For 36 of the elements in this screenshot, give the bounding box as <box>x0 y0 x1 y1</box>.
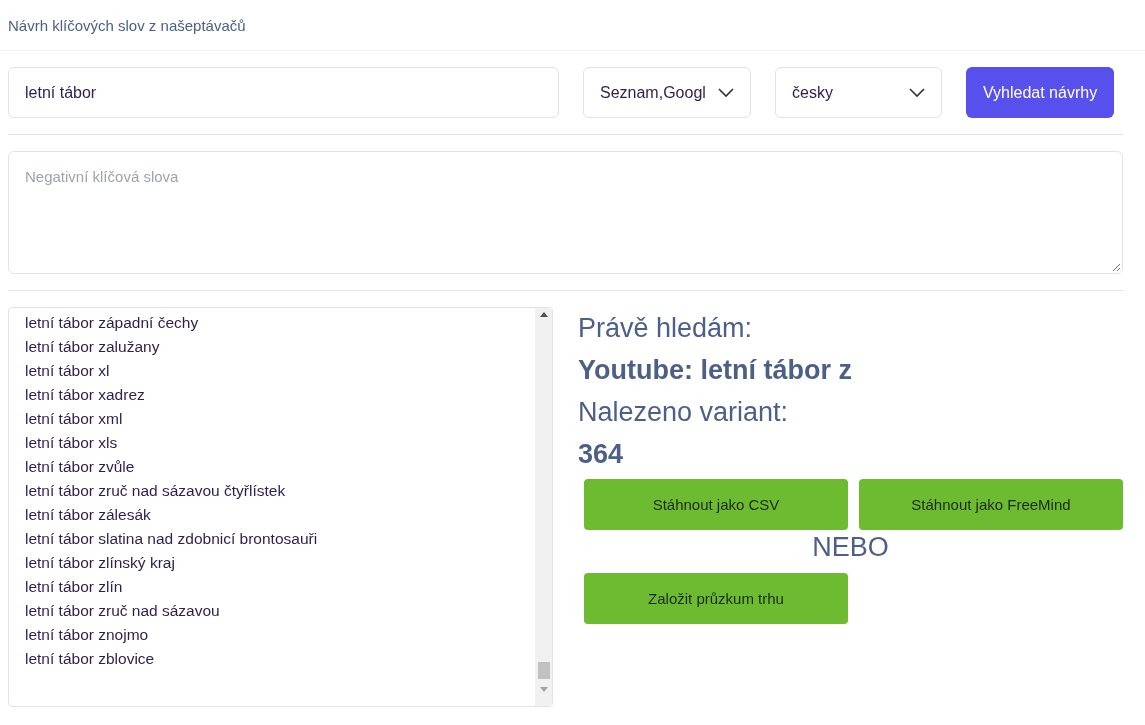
scrollbar[interactable] <box>535 308 552 706</box>
scroll-up-icon <box>539 312 548 317</box>
or-separator: NEBO <box>811 532 890 563</box>
result-line: letní tábor západní čechy <box>25 313 200 333</box>
results-list[interactable] <box>8 307 553 707</box>
result-line: letní tábor zlín <box>25 577 124 597</box>
result-line: letní tábor xls <box>25 433 119 453</box>
survey-button[interactable]: Založit průzkum trhu <box>584 573 848 624</box>
result-line: letní tábor xl <box>25 361 111 381</box>
result-line: letní tábor znojmo <box>25 625 150 645</box>
result-line: letní tábor xadrez <box>25 385 146 405</box>
scroll-down-icon <box>539 687 548 692</box>
result-line: letní tábor zálesák <box>25 505 152 525</box>
result-line: letní tábor zlínský kraj <box>25 553 176 573</box>
result-line: letní tábor zvůle <box>25 457 136 477</box>
searching-label: Právě hledám: <box>578 312 754 345</box>
found-label: Nalezeno variant: <box>578 396 790 429</box>
download-button[interactable]: Stáhnout jako CSV <box>584 479 848 530</box>
scrollbar-thumb[interactable] <box>537 662 550 679</box>
chevron-down-icon <box>718 87 734 98</box>
download-button[interactable]: Stáhnout jako FreeMind <box>859 479 1123 530</box>
result-line: letní tábor zruč nad sázavou <box>25 601 221 621</box>
resize-grip-icon <box>1112 263 1120 271</box>
result-line: letní tábor zalužany <box>25 337 161 357</box>
page-title: Návrh klíčových slov z našeptávačů <box>8 16 246 34</box>
chevron-down-icon <box>909 87 925 98</box>
language-select[interactable]: česky <box>775 67 942 118</box>
result-line: letní tábor zblovice <box>25 649 156 669</box>
searching-query: Youtube: letní tábor z <box>578 354 853 387</box>
keyword-input[interactable]: letní tábor <box>8 67 559 118</box>
result-line: letní tábor xml <box>25 409 124 429</box>
source-select[interactable]: Seznam,Googl <box>583 67 751 118</box>
found-count: 364 <box>578 438 625 471</box>
result-line: letní tábor slatina nad zdobnicí brontosauři <box>25 529 319 549</box>
result-line: letní tábor zruč nad sázavou čtyřlístek <box>25 481 287 501</box>
search-button[interactable]: Vyhledat návrhy <box>966 67 1115 118</box>
